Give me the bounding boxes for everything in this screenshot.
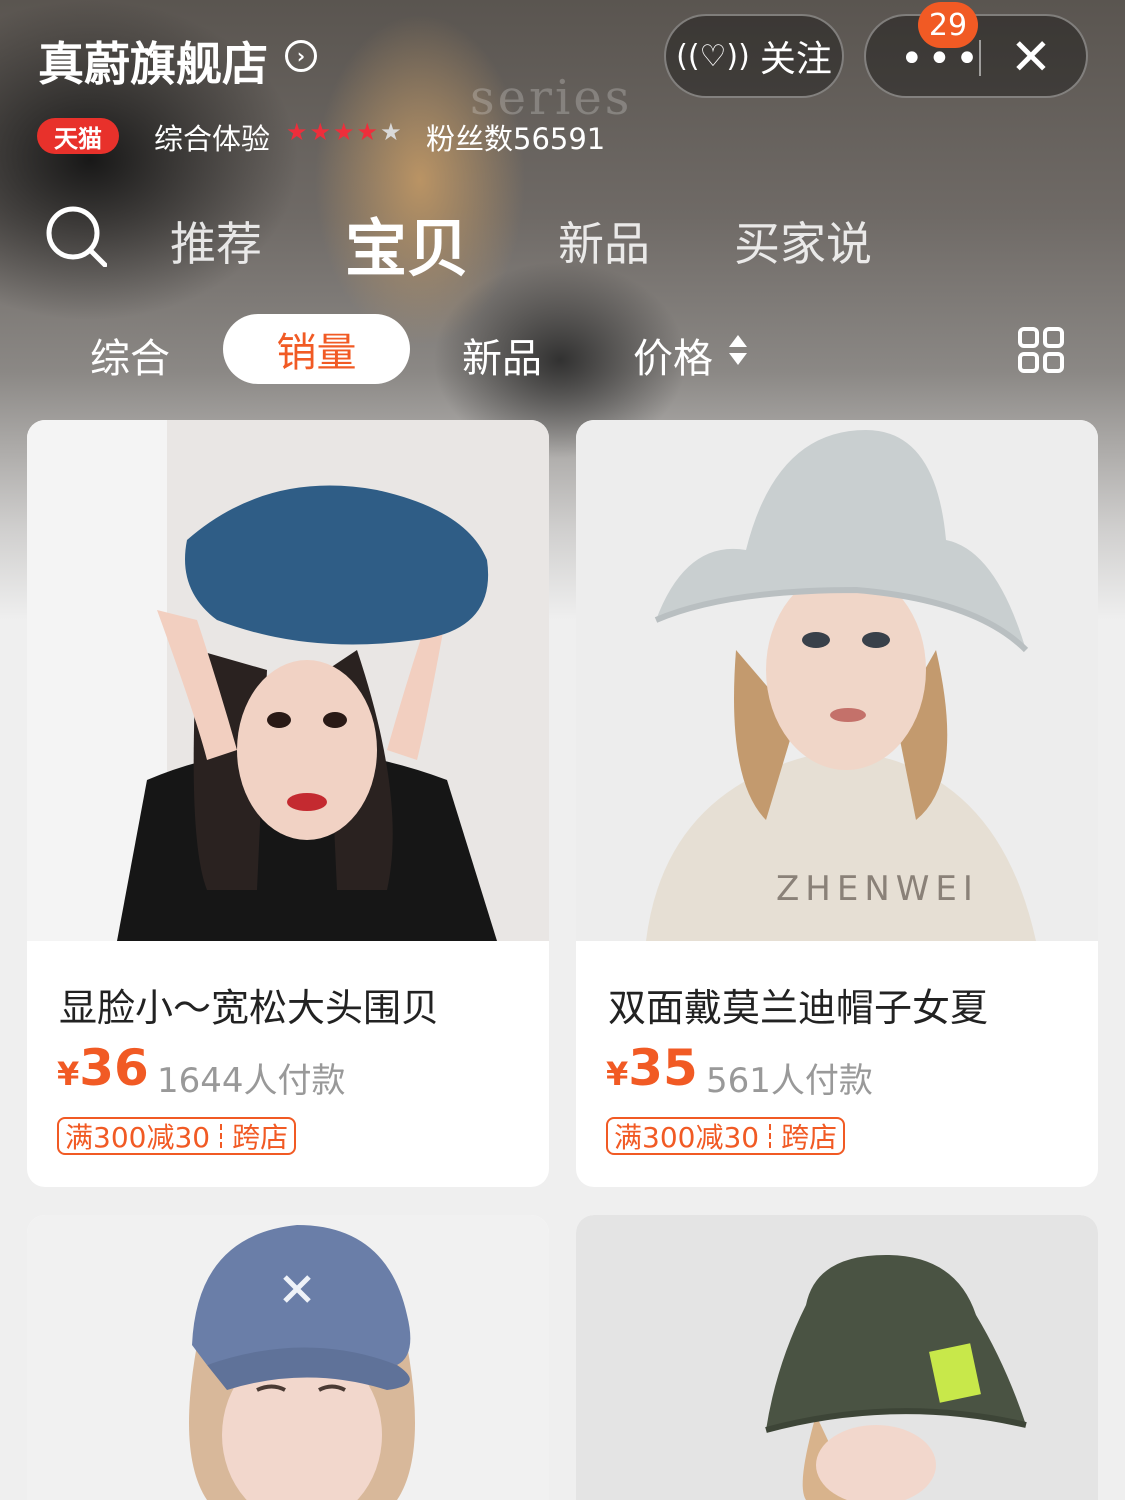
product-price: ¥36 bbox=[57, 1039, 149, 1097]
search-icon[interactable] bbox=[45, 205, 107, 267]
product-image: ZHENWEI bbox=[576, 420, 1098, 941]
tab-products[interactable]: 宝贝 bbox=[345, 198, 469, 288]
tab-buyer-reviews[interactable]: 买家说 bbox=[734, 208, 872, 274]
star-icon: ★ bbox=[380, 118, 404, 146]
shirt-print: ZHENWEI bbox=[776, 869, 979, 909]
sort-price[interactable]: 价格 bbox=[633, 326, 713, 384]
follow-label: 关注 bbox=[759, 39, 832, 80]
product-price: ¥35 bbox=[606, 1039, 698, 1097]
product-image bbox=[27, 1215, 549, 1500]
grid-view-icon[interactable] bbox=[1018, 327, 1064, 373]
notification-badge: 29 bbox=[918, 2, 978, 48]
product-title: 双面戴莫兰迪帽子女夏 bbox=[608, 986, 989, 1030]
sort-sales[interactable]: 销量 bbox=[223, 314, 410, 384]
rating-stars: ★★★★★ bbox=[286, 118, 404, 146]
tmall-badge: 天猫 bbox=[37, 118, 119, 154]
product-image bbox=[576, 1215, 1098, 1500]
product-image bbox=[27, 420, 549, 941]
product-title: 显脸小～宽松大头围贝 bbox=[59, 986, 440, 1030]
capsule-divider bbox=[979, 40, 981, 76]
sold-count: 1644人付款 bbox=[157, 1061, 346, 1101]
experience-label: 综合体验 bbox=[154, 122, 271, 156]
sold-count: 561人付款 bbox=[706, 1061, 873, 1101]
sort-overall[interactable]: 综合 bbox=[90, 326, 170, 384]
product-card[interactable] bbox=[576, 1215, 1098, 1500]
promo-tag: 满300减30 跨店 bbox=[57, 1117, 297, 1155]
chevron-right-icon[interactable]: › bbox=[285, 40, 317, 72]
star-icon: ★ bbox=[356, 118, 381, 146]
live-broadcast-icon: ((♡)) bbox=[676, 38, 750, 74]
close-icon[interactable]: ✕ bbox=[1010, 28, 1052, 86]
product-card[interactable] bbox=[27, 1215, 549, 1500]
product-card[interactable]: 显脸小～宽松大头围贝 ¥36 1644人付款 满300减30 跨店 bbox=[27, 420, 549, 1187]
fans-count: 粉丝数56591 bbox=[426, 122, 606, 156]
sort-new[interactable]: 新品 bbox=[462, 326, 542, 384]
tab-new[interactable]: 新品 bbox=[558, 208, 650, 274]
star-icon: ★ bbox=[333, 118, 357, 146]
follow-button[interactable]: ((♡)) 关注 bbox=[664, 14, 844, 98]
product-card[interactable]: ZHENWEI 双面戴莫兰迪帽子女夏 ¥35 561人付款 满300减30 跨店 bbox=[576, 420, 1098, 1187]
sort-arrows-icon bbox=[729, 335, 747, 365]
star-icon: ★ bbox=[309, 118, 334, 146]
tab-recommend[interactable]: 推荐 bbox=[170, 208, 262, 274]
promo-tag: 满300减30 跨店 bbox=[606, 1117, 846, 1155]
store-name[interactable]: 真蔚旗舰店 bbox=[38, 28, 268, 94]
star-icon: ★ bbox=[286, 118, 310, 146]
